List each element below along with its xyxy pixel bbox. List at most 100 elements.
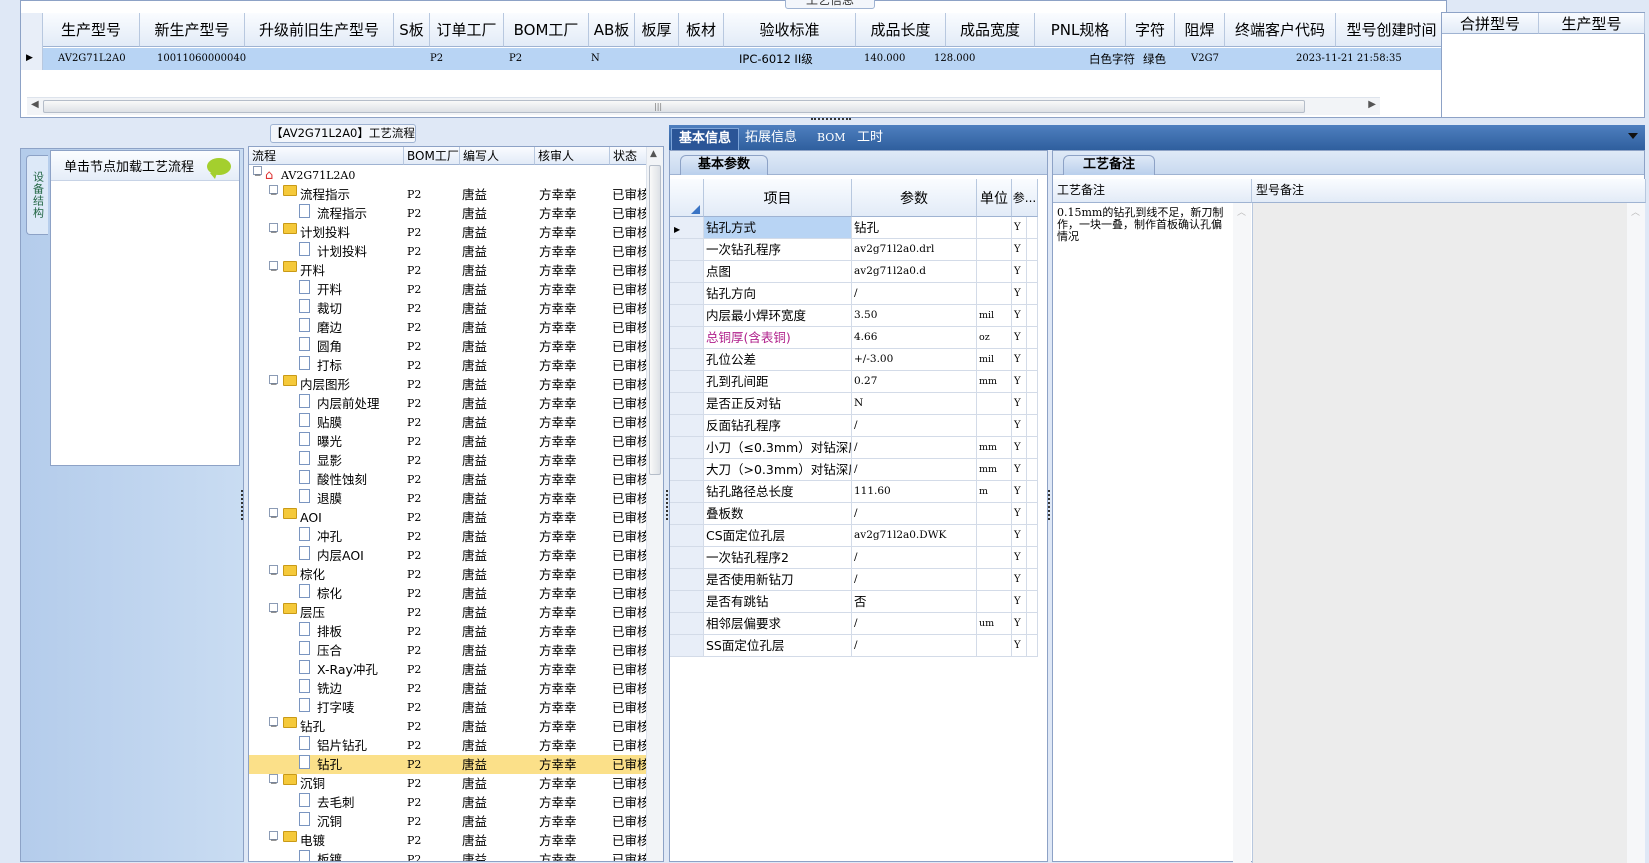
column-header[interactable]: 项目 [704, 179, 852, 217]
row-indicator[interactable] [670, 393, 704, 414]
tab-basic-params[interactable]: 基本参数 [680, 155, 768, 175]
tab-process-info[interactable]: 工艺信息 [785, 0, 875, 9]
tree-row[interactable]: 内层前处理 P2 唐益 方幸幸 已审核 [249, 394, 647, 413]
column-header[interactable]: 工艺备注 [1053, 179, 1252, 203]
table-cell[interactable]: AV2G71L2A0 [58, 48, 126, 70]
table-cell[interactable]: N [591, 48, 600, 70]
row-indicator[interactable] [670, 503, 704, 524]
tree-row[interactable]: − 开料 P2 唐益 方幸幸 已审核 [249, 261, 647, 280]
row-indicator[interactable]: ▶ [670, 217, 704, 238]
tree-row[interactable]: 打字唛 P2 唐益 方幸幸 已审核 [249, 698, 647, 717]
param-value[interactable]: / [852, 635, 977, 656]
tree-row[interactable]: 铣边 P2 唐益 方幸幸 已审核 [249, 679, 647, 698]
collapse-icon[interactable]: − [269, 831, 278, 846]
param-value[interactable]: 否 [852, 591, 977, 612]
row-indicator[interactable] [670, 305, 704, 326]
nav-head[interactable]: 单击节点加载工艺流程 [51, 151, 239, 181]
param-row[interactable]: 是否有跳钻否 Y [670, 591, 1038, 613]
column-header[interactable]: 字符 [1126, 13, 1175, 47]
tree-row[interactable]: − 层压 P2 唐益 方幸幸 已审核 [249, 603, 647, 622]
table-cell[interactable]: 绿色 [1143, 48, 1166, 70]
param-value[interactable]: 0.27 [852, 371, 977, 392]
tree-row[interactable]: 排板 P2 唐益 方幸幸 已审核 [249, 622, 647, 641]
param-row[interactable]: SS面定位孔层 / Y [670, 635, 1038, 657]
collapse-icon[interactable]: − [269, 223, 278, 238]
tree-row[interactable]: − 内层图形 P2 唐益 方幸幸 已审核 [249, 375, 647, 394]
collapse-icon[interactable]: − [269, 603, 278, 618]
column-header[interactable]: BOM工厂 [504, 13, 589, 47]
row-indicator[interactable] [670, 459, 704, 480]
tree-row[interactable]: 打标 P2 唐益 方幸幸 已审核 [249, 356, 647, 375]
param-row[interactable]: 孔位公差 +/-3.00 mil Y [670, 349, 1038, 371]
tree-row[interactable]: − 电镀 P2 唐益 方幸幸 已审核 [249, 831, 647, 850]
row-indicator[interactable] [670, 415, 704, 436]
table-cell[interactable]: 128.000 [934, 48, 975, 70]
param-value[interactable]: / [852, 459, 977, 480]
param-value[interactable]: 3.50 [852, 305, 977, 326]
table-cell[interactable]: V2G7 [1191, 48, 1219, 70]
tree-row[interactable]: 流程指示 P2 唐益 方幸幸 已审核 [249, 204, 647, 223]
param-value[interactable]: av2g71l2a0.DWK [852, 525, 977, 546]
row-indicator[interactable] [670, 635, 704, 656]
column-header[interactable]: 生产型号 [1539, 13, 1645, 34]
tree-row[interactable]: − 钻孔 P2 唐益 方幸幸 已审核 [249, 717, 647, 736]
collapse-icon[interactable]: − [269, 774, 278, 789]
tree-row[interactable]: 磨边 P2 唐益 方幸幸 已审核 [249, 318, 647, 337]
tree-row[interactable]: 铝片钻孔 P2 唐益 方幸幸 已审核 [249, 736, 647, 755]
column-header[interactable]: 状态 [610, 147, 647, 165]
table-cell[interactable]: IPC-6012 II级 [739, 48, 813, 70]
collapse-icon[interactable]: − [269, 185, 278, 200]
tree-row[interactable]: 压合 P2 唐益 方幸幸 已审核 [249, 641, 647, 660]
tab-basic-info[interactable]: 基本信息 [671, 128, 740, 150]
vertical-scrollbar[interactable]: ▲ [646, 147, 663, 861]
param-value[interactable]: 4.66 [852, 327, 977, 348]
column-header[interactable]: 验收标准 [724, 13, 856, 47]
column-header[interactable]: 板材 [679, 13, 724, 47]
tree-row[interactable]: 内层AOI P2 唐益 方幸幸 已审核 [249, 546, 647, 565]
column-header[interactable]: 板厚 [635, 13, 679, 47]
tree-row[interactable]: 曝光 P2 唐益 方幸幸 已审核 [249, 432, 647, 451]
tree-row[interactable]: 去毛刺 P2 唐益 方幸幸 已审核 [249, 793, 647, 812]
row-indicator[interactable] [670, 371, 704, 392]
param-value[interactable]: / [852, 547, 977, 568]
column-header[interactable]: 成品宽度 [946, 13, 1035, 47]
collapse-icon[interactable]: − [269, 375, 278, 390]
model-remark-field[interactable] [1253, 203, 1627, 863]
param-row[interactable]: 是否使用新钻刀 / Y [670, 569, 1038, 591]
horizontal-scrollbar[interactable]: ◀ ||| ▶ [27, 97, 1380, 115]
tree-row[interactable]: 计划投料 P2 唐益 方幸幸 已审核 [249, 242, 647, 261]
param-value[interactable]: +/-3.00 [852, 349, 977, 370]
column-header[interactable]: AB板 [589, 13, 635, 47]
tree-row[interactable]: 钻孔 P2 唐益 方幸幸 已审核 [249, 755, 647, 774]
param-row[interactable]: 总铜厚(含表铜) 4.66 oz Y [670, 327, 1038, 349]
param-row[interactable]: 孔到孔间距 0.27 mm Y [670, 371, 1038, 393]
column-header[interactable]: 终端客户代码 [1225, 13, 1336, 47]
param-row[interactable]: 是否正反对钻 N Y [670, 393, 1038, 415]
tree-row[interactable]: 开料 P2 唐益 方幸幸 已审核 [249, 280, 647, 299]
tree-row[interactable]: 圆角 P2 唐益 方幸幸 已审核 [249, 337, 647, 356]
row-indicator[interactable] [670, 261, 704, 282]
scroll-thumb[interactable]: ||| [43, 100, 1305, 113]
table-cell[interactable]: P2 [509, 48, 522, 70]
param-row[interactable]: 内层最小焊环宽度 3.50 mil Y [670, 305, 1038, 327]
scroll-thumb[interactable] [649, 165, 661, 475]
tree-row[interactable]: 冲孔 P2 唐益 方幸幸 已审核 [249, 527, 647, 546]
tree-root[interactable]: − ⌂ AV2G71L2A0 [249, 166, 647, 185]
table-cell[interactable]: 白色字符 [1089, 48, 1135, 70]
collapse-icon[interactable]: − [269, 565, 278, 580]
param-row[interactable]: 点图 av2g71l2a0.d Y [670, 261, 1038, 283]
scroll-up-icon[interactable]: ▲ [650, 149, 657, 159]
collapse-icon[interactable]: − [269, 508, 278, 523]
row-indicator[interactable] [670, 569, 704, 590]
scroll-right-icon[interactable]: ▶ [1368, 99, 1376, 110]
param-row[interactable]: 相邻层偏要求 / um Y [670, 613, 1038, 635]
row-indicator[interactable] [670, 547, 704, 568]
tree-row[interactable]: 板镀 P2 唐益 方幸幸 已审核 [249, 850, 647, 861]
param-value[interactable]: / [852, 569, 977, 590]
column-header[interactable]: 单位 [977, 179, 1012, 217]
tree-row[interactable]: − 沉铜 P2 唐益 方幸幸 已审核 [249, 774, 647, 793]
row-indicator[interactable] [670, 327, 704, 348]
row-indicator[interactable] [670, 437, 704, 458]
column-header[interactable]: 生产型号 [43, 13, 140, 47]
param-row[interactable]: 小刀（≤0.3mm）对钻深度 / mm Y [670, 437, 1038, 459]
